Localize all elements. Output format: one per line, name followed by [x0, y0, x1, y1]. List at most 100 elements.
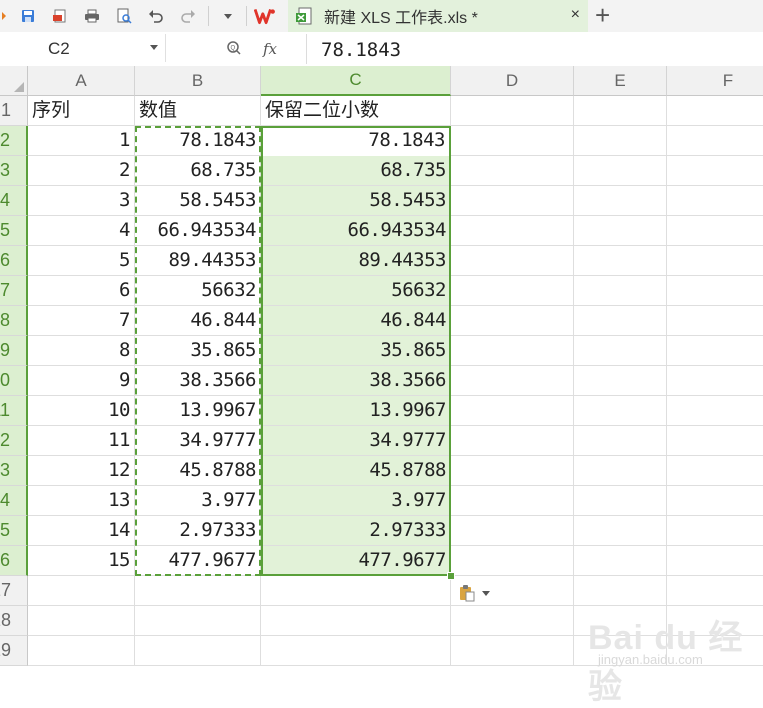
cell-c8[interactable]: 46.844 — [261, 306, 451, 336]
print-preview-icon[interactable] — [110, 0, 138, 32]
paste-options-button[interactable] — [458, 584, 490, 602]
cell-b10[interactable]: 38.3566 — [135, 366, 261, 396]
cell-f16[interactable] — [667, 546, 763, 576]
cell-c4[interactable]: 58.5453 — [261, 186, 451, 216]
cell-e2[interactable] — [574, 126, 667, 156]
cell-e1[interactable] — [574, 96, 667, 126]
cell-c16[interactable]: 477.9677 — [261, 546, 451, 576]
cell-d11[interactable] — [451, 396, 574, 426]
row-header-3[interactable]: 3 — [0, 156, 28, 186]
cell-f12[interactable] — [667, 426, 763, 456]
cell-d5[interactable] — [451, 216, 574, 246]
cell-c3[interactable]: 68.735 — [261, 156, 451, 186]
row-header-17[interactable]: 17 — [0, 576, 28, 606]
cell-d8[interactable] — [451, 306, 574, 336]
cell-c5[interactable]: 66.943534 — [261, 216, 451, 246]
document-tab[interactable]: 新建 XLS 工作表.xls * × — [288, 0, 588, 32]
cell-c15[interactable]: 2.97333 — [261, 516, 451, 546]
row-header-2[interactable]: 2 — [0, 126, 28, 156]
cell-c6[interactable]: 89.44353 — [261, 246, 451, 276]
spreadsheet-grid[interactable]: ABCDEF12345678910111213141516171819序列数值保… — [0, 66, 763, 706]
cell-e17[interactable] — [574, 576, 667, 606]
cell-a12[interactable]: 11 — [28, 426, 135, 456]
cell-a8[interactable]: 7 — [28, 306, 135, 336]
formula-input[interactable]: 78.1843 — [306, 34, 763, 64]
cell-a7[interactable]: 6 — [28, 276, 135, 306]
cell-d9[interactable] — [451, 336, 574, 366]
export-pdf-icon[interactable] — [46, 0, 74, 32]
cell-b7[interactable]: 56632 — [135, 276, 261, 306]
cell-d7[interactable] — [451, 276, 574, 306]
row-header-13[interactable]: 13 — [0, 456, 28, 486]
cell-f17[interactable] — [667, 576, 763, 606]
row-header-11[interactable]: 11 — [0, 396, 28, 426]
cell-e13[interactable] — [574, 456, 667, 486]
cell-e15[interactable] — [574, 516, 667, 546]
cell-a17[interactable] — [28, 576, 135, 606]
cell-f3[interactable] — [667, 156, 763, 186]
row-header-19[interactable]: 19 — [0, 636, 28, 666]
cell-b14[interactable]: 3.977 — [135, 486, 261, 516]
cell-e8[interactable] — [574, 306, 667, 336]
cell-f19[interactable] — [667, 636, 763, 666]
cell-e18[interactable] — [574, 606, 667, 636]
row-header-18[interactable]: 18 — [0, 606, 28, 636]
zoom-icon[interactable]: Q — [226, 40, 242, 56]
cell-c1[interactable]: 保留二位小数 — [261, 96, 451, 126]
cell-f10[interactable] — [667, 366, 763, 396]
row-header-9[interactable]: 9 — [0, 336, 28, 366]
fill-handle[interactable] — [447, 572, 455, 580]
cell-f8[interactable] — [667, 306, 763, 336]
cell-b18[interactable] — [135, 606, 261, 636]
cell-f5[interactable] — [667, 216, 763, 246]
cell-d15[interactable] — [451, 516, 574, 546]
cell-f1[interactable] — [667, 96, 763, 126]
wps-logo-icon[interactable] — [250, 0, 280, 32]
row-header-5[interactable]: 5 — [0, 216, 28, 246]
cell-b1[interactable]: 数值 — [135, 96, 261, 126]
cell-c19[interactable] — [261, 636, 451, 666]
cell-d12[interactable] — [451, 426, 574, 456]
cell-e7[interactable] — [574, 276, 667, 306]
row-header-1[interactable]: 1 — [0, 96, 28, 126]
cell-a16[interactable]: 15 — [28, 546, 135, 576]
redo-icon[interactable] — [174, 0, 202, 32]
cell-a2[interactable]: 1 — [28, 126, 135, 156]
cell-b4[interactable]: 58.5453 — [135, 186, 261, 216]
cell-f15[interactable] — [667, 516, 763, 546]
cell-d10[interactable] — [451, 366, 574, 396]
row-header-8[interactable]: 8 — [0, 306, 28, 336]
cell-b19[interactable] — [135, 636, 261, 666]
column-header-e[interactable]: E — [574, 66, 667, 96]
cell-f14[interactable] — [667, 486, 763, 516]
cell-e6[interactable] — [574, 246, 667, 276]
select-all-corner[interactable] — [0, 66, 28, 96]
cell-a11[interactable]: 10 — [28, 396, 135, 426]
cell-a13[interactable]: 12 — [28, 456, 135, 486]
cell-b13[interactable]: 45.8788 — [135, 456, 261, 486]
cell-e11[interactable] — [574, 396, 667, 426]
cell-a10[interactable]: 9 — [28, 366, 135, 396]
cell-c9[interactable]: 35.865 — [261, 336, 451, 366]
cell-f6[interactable] — [667, 246, 763, 276]
cell-e3[interactable] — [574, 156, 667, 186]
cell-d6[interactable] — [451, 246, 574, 276]
column-header-c[interactable]: C — [261, 66, 451, 96]
cell-a1[interactable]: 序列 — [28, 96, 135, 126]
cell-a5[interactable]: 4 — [28, 216, 135, 246]
row-header-10[interactable]: 10 — [0, 366, 28, 396]
row-header-4[interactable]: 4 — [0, 186, 28, 216]
cell-c17[interactable] — [261, 576, 451, 606]
dropdown-icon[interactable] — [214, 0, 242, 32]
cell-d13[interactable] — [451, 456, 574, 486]
row-header-15[interactable]: 15 — [0, 516, 28, 546]
cell-b6[interactable]: 89.44353 — [135, 246, 261, 276]
cell-a6[interactable]: 5 — [28, 246, 135, 276]
cell-c13[interactable]: 45.8788 — [261, 456, 451, 486]
cell-e10[interactable] — [574, 366, 667, 396]
row-header-14[interactable]: 14 — [0, 486, 28, 516]
cell-b5[interactable]: 66.943534 — [135, 216, 261, 246]
print-icon[interactable] — [78, 0, 106, 32]
cell-b8[interactable]: 46.844 — [135, 306, 261, 336]
cell-f4[interactable] — [667, 186, 763, 216]
